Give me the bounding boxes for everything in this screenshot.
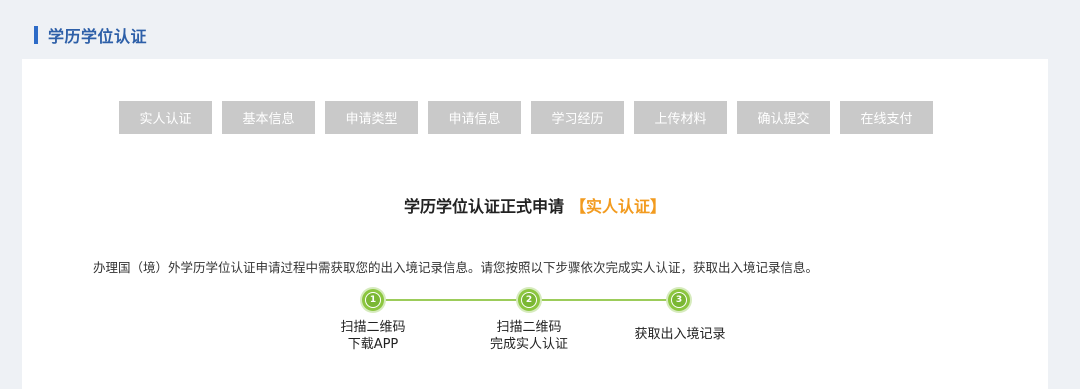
progress-steps: 1 2 3 扫描二维码 下载APP 扫描二维码 完成实人认证 获取出入境记录 — [22, 289, 1048, 389]
progress-connector-2 — [540, 299, 685, 301]
page-title: 学历学位认证 — [48, 27, 148, 46]
step-tabs: 实人认证 基本信息 申请类型 申请信息 学习经历 上传材料 确认提交 在线支付 — [119, 101, 933, 134]
section-header-bar — [34, 26, 38, 44]
form-heading: 学历学位认证正式申请 【实人认证】 — [22, 193, 1048, 217]
step-2-label: 扫描二维码 完成实人认证 — [489, 320, 568, 352]
progress-connector-1 — [384, 299, 529, 301]
tab-application-info[interactable]: 申请信息 — [428, 101, 521, 134]
main-panel: 实人认证 基本信息 申请类型 申请信息 学习经历 上传材料 确认提交 在线支付 … — [22, 59, 1048, 389]
form-heading-step: 【实人认证】 — [570, 197, 667, 216]
step-1-label: 扫描二维码 下载APP — [340, 320, 406, 352]
step-1-marker: 1 — [362, 289, 384, 311]
tab-basic-info[interactable]: 基本信息 — [222, 101, 315, 134]
tab-study-history[interactable]: 学习经历 — [531, 101, 624, 134]
step-3-label: 获取出入境记录 — [634, 327, 726, 342]
tab-confirm-submit[interactable]: 确认提交 — [737, 101, 830, 134]
tab-real-name-verification[interactable]: 实人认证 — [119, 101, 212, 134]
step-2-marker: 2 — [518, 289, 540, 311]
instructions-text: 办理国（境）外学历学位认证申请过程中需获取您的出入境记录信息。请您按照以下步骤依… — [93, 260, 819, 275]
tab-online-payment[interactable]: 在线支付 — [840, 101, 933, 134]
form-heading-text: 学历学位认证正式申请 — [403, 197, 564, 216]
step-3-marker: 3 — [668, 289, 690, 311]
section-header: 学历学位认证 — [34, 24, 147, 46]
tab-application-type[interactable]: 申请类型 — [325, 101, 418, 134]
tab-upload-materials[interactable]: 上传材料 — [634, 101, 727, 134]
